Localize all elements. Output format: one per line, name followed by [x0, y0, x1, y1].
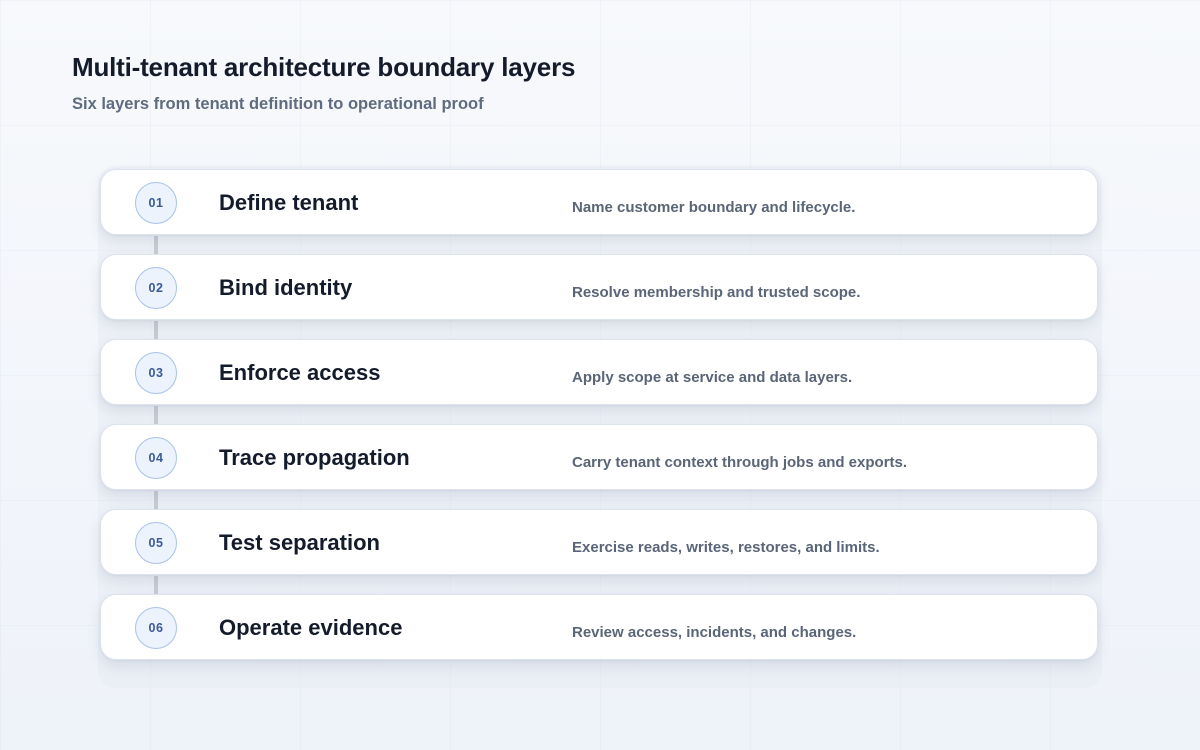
- connector-2-3: [154, 321, 158, 341]
- layer-title: Bind identity: [219, 275, 353, 300]
- layer-description: Name customer boundary and lifecycle.: [572, 199, 856, 216]
- connector-1-2: [154, 236, 158, 256]
- layer-description: Carry tenant context through jobs and ex…: [572, 454, 908, 471]
- layer-title: Test separation: [219, 530, 380, 555]
- layer-card-define-tenant: 01 Define tenant Name customer boundary …: [100, 169, 1098, 235]
- layer-description: Apply scope at service and data layers.: [572, 369, 853, 386]
- layer-title: Trace propagation: [219, 445, 410, 470]
- connector-4-5: [154, 491, 158, 511]
- layer-number-badge: 03: [135, 352, 177, 394]
- page-subtitle: Six layers from tenant definition to ope…: [72, 95, 484, 113]
- layer-card-test-separation: 05 Test separation Exercise reads, write…: [100, 509, 1098, 575]
- layer-number-badge: 01: [135, 182, 177, 224]
- layer-description: Review access, incidents, and changes.: [572, 624, 857, 641]
- layer-description: Resolve membership and trusted scope.: [572, 284, 861, 301]
- layer-number-badge: 04: [135, 437, 177, 479]
- layer-card-trace-propagation: 04 Trace propagation Carry tenant contex…: [100, 424, 1098, 490]
- connector-5-6: [154, 576, 158, 596]
- layer-card-operate-evidence: 06 Operate evidence Review access, incid…: [100, 594, 1098, 660]
- layer-title: Define tenant: [219, 190, 359, 215]
- page-title: Multi-tenant architecture boundary layer…: [72, 52, 576, 82]
- layer-title: Enforce access: [219, 360, 381, 385]
- layer-card-enforce-access: 03 Enforce access Apply scope at service…: [100, 339, 1098, 405]
- connector-3-4: [154, 406, 158, 426]
- layer-number-badge: 02: [135, 267, 177, 309]
- layer-number-badge: 05: [135, 522, 177, 564]
- layer-description: Exercise reads, writes, restores, and li…: [572, 539, 880, 556]
- layer-card-bind-identity: 02 Bind identity Resolve membership and …: [100, 254, 1098, 320]
- layer-title: Operate evidence: [219, 615, 403, 640]
- layer-number-badge: 06: [135, 607, 177, 649]
